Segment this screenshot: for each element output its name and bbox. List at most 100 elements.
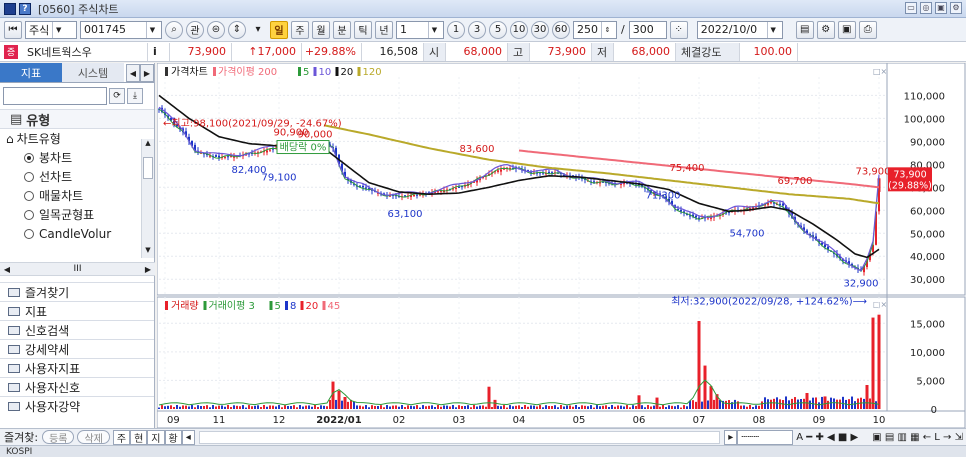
search-icon[interactable]: ⌕ xyxy=(165,20,183,39)
chart-type-ichimoku[interactable]: 일목균형표 xyxy=(6,205,154,224)
help-icon[interactable]: ? xyxy=(19,2,31,15)
folder-user-indicators[interactable]: 사용자지표 xyxy=(0,358,154,377)
restore-icon[interactable]: ▭ xyxy=(905,2,917,14)
folder-favorites[interactable]: 즐겨찾기 xyxy=(0,282,154,301)
radio-icon[interactable] xyxy=(24,190,34,201)
list-icon: ▤ xyxy=(10,111,23,127)
chevron-right-icon[interactable]: ▶ xyxy=(140,64,154,82)
date-picker[interactable]: 2022/10/0 ▼ xyxy=(696,20,783,39)
scroll-thumb[interactable] xyxy=(143,157,153,179)
section-header[interactable]: ▤ 유형 xyxy=(0,109,154,129)
period-daily-button[interactable]: 일 xyxy=(270,20,288,39)
tree-scrollbar[interactable]: ▲ ▼ xyxy=(141,139,154,258)
stepper-icon[interactable]: ⇕ xyxy=(601,21,613,38)
up-down-icon[interactable]: ⇕ xyxy=(228,20,246,39)
radio-icon[interactable] xyxy=(24,152,34,163)
bottom-tab-left-icon[interactable]: ◂ xyxy=(181,429,195,445)
period-year-button[interactable]: 년 xyxy=(375,20,393,39)
radio-icon[interactable] xyxy=(24,228,34,239)
window-icon[interactable]: ▣ xyxy=(935,2,947,14)
folder-user-signals[interactable]: 사용자신호 xyxy=(0,377,154,396)
minute-5-button[interactable]: 5 xyxy=(489,20,507,39)
chevron-down-icon[interactable]: ▼ xyxy=(146,21,158,38)
volume-bar xyxy=(557,407,559,409)
folder-signal-search[interactable]: 신호검색 xyxy=(0,320,154,339)
market-select[interactable]: 주식 ▼ xyxy=(25,20,77,39)
scroll-up-icon[interactable]: ▲ xyxy=(142,139,154,151)
radio-icon[interactable] xyxy=(24,171,34,182)
minute-30-button[interactable]: 30 xyxy=(531,20,549,39)
volume-bar xyxy=(851,396,853,409)
chart-svg[interactable]: □×□×30,00040,00050,00060,00070,00080,000… xyxy=(156,62,966,429)
total-count-input[interactable]: 300 xyxy=(628,20,667,39)
info-icon[interactable]: i xyxy=(148,42,170,61)
candle-body xyxy=(215,155,217,157)
chart-icon[interactable]: ▤ xyxy=(795,20,814,39)
folder-label: 사용자신호 xyxy=(25,380,81,395)
chart-type-line[interactable]: 선차트 xyxy=(6,167,154,186)
hscroll-thumb[interactable]: III xyxy=(14,264,141,274)
chevron-down-icon[interactable]: ▼ xyxy=(428,21,440,38)
scroll-right-icon[interactable]: ▸ xyxy=(724,429,738,445)
interval-input[interactable]: 1 ▼ xyxy=(396,20,444,39)
bottom-tab-current[interactable]: 현 xyxy=(130,429,148,445)
bottom-tab-stock[interactable]: 주 xyxy=(112,429,131,445)
refresh-icon[interactable]: ⟳ xyxy=(109,88,125,104)
chevron-down-icon[interactable]: ▼ xyxy=(52,21,64,38)
volume-y-tick: 5,000 xyxy=(916,376,945,387)
period-monthly-button[interactable]: 월 xyxy=(312,20,330,39)
chart-type-candle-volume[interactable]: CandleVolur xyxy=(6,224,154,243)
scroll-right-icon[interactable]: ▶ xyxy=(141,265,155,274)
settings-icon[interactable]: ⚙ xyxy=(950,2,962,14)
scroll-down-icon[interactable]: ▼ xyxy=(142,246,154,258)
tab-system[interactable]: 시스템 xyxy=(62,63,124,82)
link-icon[interactable]: ⊜ xyxy=(207,20,225,39)
register-button[interactable]: 등록 xyxy=(42,430,75,445)
legend-label: 20 xyxy=(341,67,354,78)
chevron-down-icon[interactable]: ▼ xyxy=(766,21,779,38)
folder-label: 즐겨찾기 xyxy=(25,285,70,300)
volume-bar xyxy=(248,405,250,409)
view-toggle-icon[interactable]: ▣ ▤ ▥ ▦ ← L → ⇲ xyxy=(869,430,966,445)
minute-3-button[interactable]: 3 xyxy=(468,20,486,39)
pin-icon[interactable]: ◎ xyxy=(920,2,932,14)
period-weekly-button[interactable]: 주 xyxy=(291,20,309,39)
x-axis-tick: 11 xyxy=(213,415,226,426)
tree-hscrollbar[interactable]: ◀ III ▶ xyxy=(0,262,155,276)
radio-icon[interactable] xyxy=(24,209,34,220)
period-minute-button[interactable]: 분 xyxy=(333,20,351,39)
bottom-tab-index[interactable]: 지 xyxy=(147,429,165,445)
interest-button[interactable]: 관 xyxy=(186,20,204,39)
save-icon[interactable]: ▣ xyxy=(837,20,856,39)
tools-icon[interactable]: ⚙ xyxy=(816,20,835,39)
volume-bar xyxy=(410,405,412,409)
tree-node-chart-type[interactable]: ⌂ 차트유형 xyxy=(6,129,154,148)
chart-type-candle[interactable]: 봉차트 xyxy=(6,148,154,167)
grid-icon[interactable]: ⁘ xyxy=(669,20,688,39)
indicator-search-input[interactable] xyxy=(3,87,107,105)
bottom-scrollbar[interactable] xyxy=(198,430,721,444)
folder-strength[interactable]: 강세약세 xyxy=(0,339,154,358)
print-icon[interactable]: ⎙ xyxy=(858,20,877,39)
chevron-left-icon[interactable]: ◀ xyxy=(126,64,140,82)
chart-area[interactable]: □×□×30,00040,00050,00060,00070,00080,000… xyxy=(156,62,966,429)
bar-count-stepper[interactable]: 250 ⇕ xyxy=(573,20,617,39)
period-tick-button[interactable]: 틱 xyxy=(354,20,372,39)
first-icon[interactable]: ⏮ xyxy=(4,20,22,39)
small-drop-icon[interactable]: ▾ xyxy=(249,21,267,39)
chart-type-volume-profile[interactable]: 매물차트 xyxy=(6,186,154,205)
delete-button[interactable]: 삭제 xyxy=(77,430,110,445)
minute-60-button[interactable]: 60 xyxy=(552,20,570,39)
scroll-left-icon[interactable]: ◀ xyxy=(0,265,14,274)
zoom-ruler-icon[interactable]: ┄┄┄ xyxy=(737,429,794,445)
folder-indicators[interactable]: 지표 xyxy=(0,301,154,320)
stock-code-input[interactable]: 001745 ▼ xyxy=(80,20,162,39)
minute-10-button[interactable]: 10 xyxy=(510,20,528,39)
zoom-in-icon[interactable]: A ━ ✚ ◀ ■ ▶ xyxy=(793,430,861,445)
minute-1-button[interactable]: 1 xyxy=(447,20,465,39)
download-icon[interactable]: ⤓ xyxy=(127,88,143,104)
tab-indicator[interactable]: 지표 xyxy=(0,63,62,82)
bottom-tab-status[interactable]: 황 xyxy=(164,429,182,445)
folder-user-strength[interactable]: 사용자강약 xyxy=(0,396,154,415)
volume-bar xyxy=(671,405,673,409)
